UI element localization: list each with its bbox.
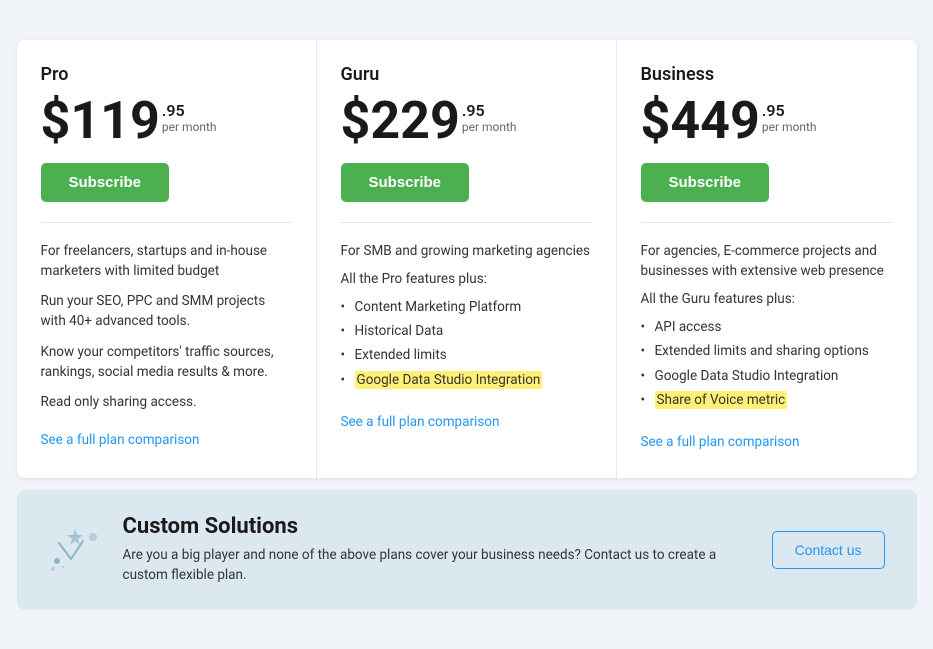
- custom-solutions-description: Are you a big player and none of the abo…: [123, 545, 752, 586]
- plan-desc-pro-0: For freelancers, startups and in-house m…: [41, 241, 292, 282]
- plan-price-row-guru: $229 .95 per month: [341, 95, 592, 147]
- plan-divider-pro: [41, 222, 292, 223]
- plan-card-business: Business $449 .95 per month Subscribe Fo…: [617, 40, 917, 479]
- custom-solutions-text: Custom Solutions Are you a big player an…: [123, 514, 752, 586]
- feature-guru-2: Extended limits: [341, 343, 592, 367]
- plan-price-row-business: $449 .95 per month: [641, 95, 893, 147]
- page-wrapper: Pro $119 .95 per month Subscribe For fre…: [17, 40, 917, 610]
- plan-price-period-business: per month: [762, 120, 817, 134]
- plan-price-cents-pro: .95: [162, 101, 217, 120]
- feature-guru-0: Content Marketing Platform: [341, 295, 592, 319]
- plans-grid: Pro $119 .95 per month Subscribe For fre…: [17, 40, 917, 479]
- feature-business-3: Share of Voice metric: [641, 388, 893, 412]
- contact-us-button[interactable]: Contact us: [772, 531, 885, 569]
- plan-desc-guru-0: For SMB and growing marketing agencies: [341, 241, 592, 261]
- custom-solutions-section: Custom Solutions Are you a big player an…: [17, 490, 917, 610]
- plan-features-intro-guru: All the Pro features plus:: [341, 271, 592, 287]
- plan-price-meta-business: .95 per month: [762, 95, 817, 135]
- plan-divider-business: [641, 222, 893, 223]
- plan-price-period-guru: per month: [462, 120, 517, 134]
- plan-features-intro-business: All the Guru features plus:: [641, 291, 893, 307]
- plan-desc-business-0: For agencies, E-commerce projects and bu…: [641, 241, 893, 282]
- feature-guru-1: Historical Data: [341, 319, 592, 343]
- comparison-link-business[interactable]: See a full plan comparison: [641, 434, 800, 450]
- plan-price-main-guru: $229: [341, 95, 460, 147]
- plan-price-main-business: $449: [641, 95, 760, 147]
- subscribe-button-guru[interactable]: Subscribe: [341, 163, 470, 202]
- plan-price-cents-business: .95: [762, 101, 817, 120]
- feature-business-2: Google Data Studio Integration: [641, 364, 893, 388]
- feature-business-0: API access: [641, 315, 893, 339]
- plan-features-list-guru: Content Marketing Platform Historical Da…: [341, 295, 592, 392]
- plan-card-guru: Guru $229 .95 per month Subscribe For SM…: [317, 40, 617, 479]
- plan-features-list-business: API access Extended limits and sharing o…: [641, 315, 893, 412]
- plan-desc-pro-1: Run your SEO, PPC and SMM projects with …: [41, 291, 292, 332]
- plan-price-row-pro: $119 .95 per month: [41, 95, 292, 147]
- comparison-link-pro[interactable]: See a full plan comparison: [41, 432, 200, 448]
- custom-solutions-title: Custom Solutions: [123, 514, 752, 539]
- subscribe-button-business[interactable]: Subscribe: [641, 163, 770, 202]
- custom-solutions-icon: [49, 523, 103, 577]
- feature-guru-3: Google Data Studio Integration: [341, 368, 592, 392]
- subscribe-button-pro[interactable]: Subscribe: [41, 163, 170, 202]
- feature-business-1: Extended limits and sharing options: [641, 339, 893, 363]
- plan-card-pro: Pro $119 .95 per month Subscribe For fre…: [17, 40, 317, 479]
- plan-name-guru: Guru: [341, 64, 592, 85]
- plan-price-main-pro: $119: [41, 95, 160, 147]
- plan-desc-pro-3: Read only sharing access.: [41, 392, 292, 412]
- plan-price-cents-guru: .95: [462, 101, 517, 120]
- plan-name-pro: Pro: [41, 64, 292, 85]
- plan-desc-pro-2: Know your competitors' traffic sources, …: [41, 342, 292, 383]
- plan-price-period-pro: per month: [162, 120, 217, 134]
- comparison-link-guru[interactable]: See a full plan comparison: [341, 414, 500, 430]
- plan-price-meta-pro: .95 per month: [162, 95, 217, 135]
- plan-price-meta-guru: .95 per month: [462, 95, 517, 135]
- plan-divider-guru: [341, 222, 592, 223]
- plan-name-business: Business: [641, 64, 893, 85]
